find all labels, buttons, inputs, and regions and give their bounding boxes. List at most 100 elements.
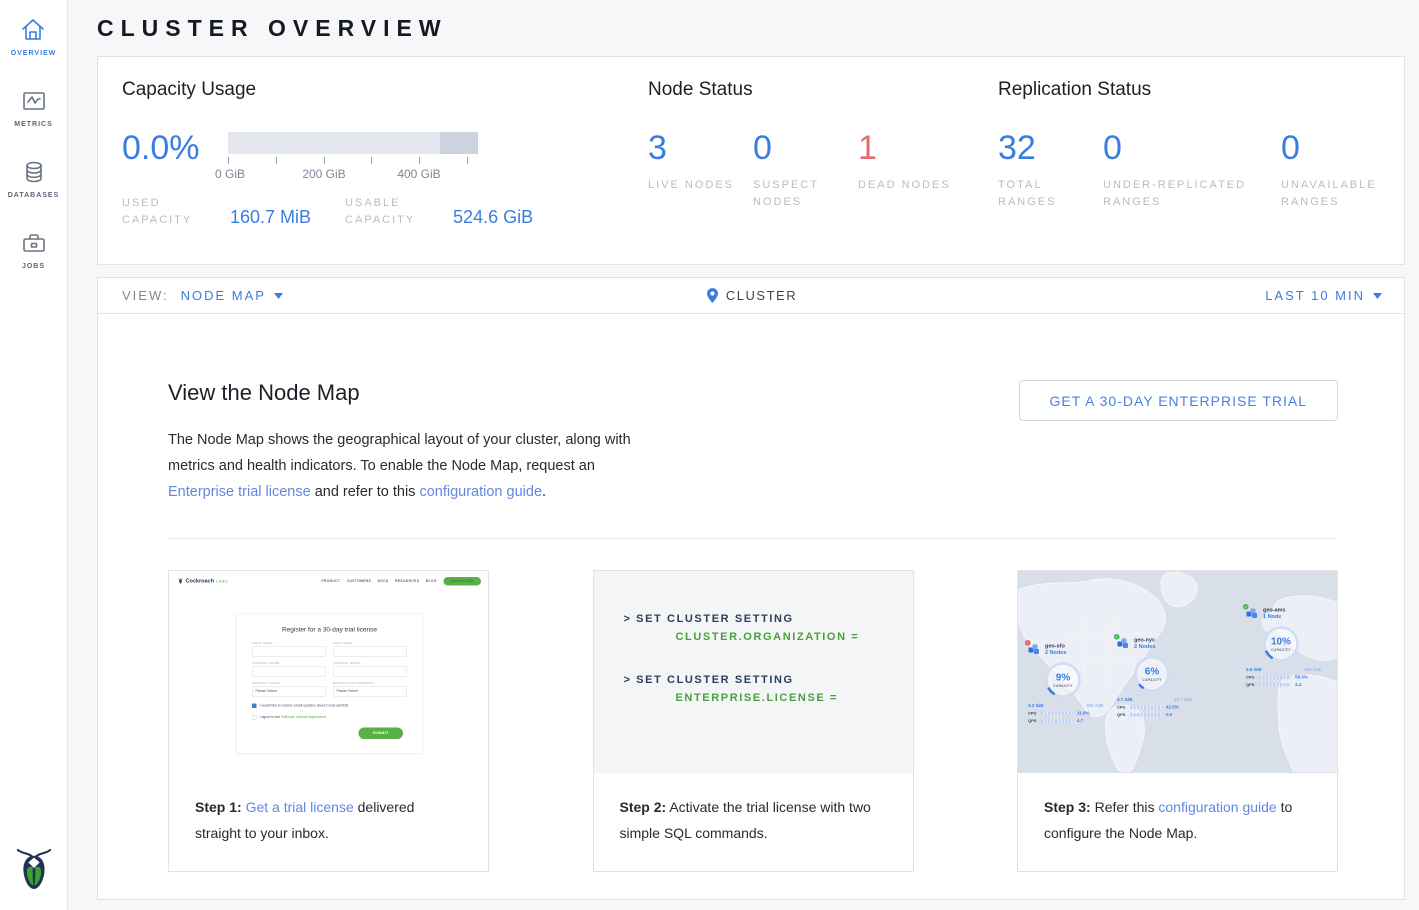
- app-window: OVERVIEW METRICS DATABASES JOBS: [0, 0, 1419, 910]
- locality-node-count: 2 Nodes: [1045, 650, 1066, 656]
- mini-submit-button: SUBMIT: [359, 728, 403, 740]
- capacity-percent: 6%: [1145, 666, 1159, 678]
- breadcrumb-cluster: CLUSTER: [726, 288, 797, 303]
- time-range-dropdown[interactable]: LAST 10 MIN: [1265, 288, 1382, 303]
- step1-caption: Step 1: Get a trial license delivered st…: [169, 773, 488, 871]
- description-text: The Node Map shows the geographical layo…: [168, 432, 631, 474]
- gauge-tick-label: 400 GiB: [397, 167, 440, 181]
- live-nodes-metric: 3 LIVE NODES: [648, 130, 753, 211]
- capacity-label: CAPACITY: [1271, 649, 1291, 653]
- chevron-down-icon: [274, 293, 283, 299]
- usable-capacity-label: USABLE CAPACITY: [345, 195, 441, 229]
- configuration-guide-link[interactable]: configuration guide: [419, 484, 542, 500]
- enterprise-trial-button[interactable]: GET A 30-DAY ENTERPRISE TRIAL: [1019, 380, 1339, 421]
- mini-field-project-phase: PROJECT PHASEPlease Select: [252, 682, 326, 697]
- view-bar: VIEW: NODE MAP CLUSTER LAST 10 MIN: [97, 277, 1405, 314]
- sidebar-item-label: JOBS: [22, 263, 45, 270]
- warning-badge-icon: !: [1025, 640, 1031, 646]
- step3-text: Refer this: [1095, 799, 1155, 815]
- used-capacity-value: 160.7 MiB: [230, 207, 311, 229]
- sql-prompt: > SET CLUSTER SETTING: [624, 674, 913, 686]
- under-replicated-metric: 0 UNDER-REPLICATED RANGES: [1103, 130, 1281, 211]
- suspect-nodes-metric: 0 SUSPECT NODES: [753, 130, 858, 211]
- briefcase-icon: [20, 229, 48, 257]
- used-capacity-label: USED CAPACITY: [122, 195, 218, 229]
- sidebar-item-overview[interactable]: OVERVIEW: [11, 16, 57, 57]
- node-map-placeholder-panel: View the Node Map The Node Map shows the…: [97, 314, 1405, 900]
- qps-value: 4.4: [1295, 682, 1301, 687]
- mini-nav-item: CUSTOMERS: [347, 579, 371, 583]
- checkbox-checked-icon: [252, 704, 257, 709]
- cpu-value: 42.5%: [1166, 705, 1179, 710]
- capacity-percent: 9%: [1056, 672, 1070, 684]
- under-replicated-value: 0: [1103, 130, 1281, 166]
- node-stack-icon: ✓: [1117, 637, 1131, 650]
- node-stack-icon: !: [1028, 643, 1042, 656]
- view-selector-dropdown[interactable]: NODE MAP: [181, 288, 283, 303]
- sidebar-item-metrics[interactable]: METRICS: [14, 87, 53, 128]
- step3-card: ! geo-sfo 2 Nodes: [1017, 570, 1338, 872]
- cluster-summary-panel: Capacity Usage 0.0% 0 GiB 200 GiB 400 Gi…: [97, 56, 1405, 265]
- healthy-badge-icon: ✓: [1243, 604, 1249, 610]
- sql-setting: CLUSTER.ORGANIZATION =: [676, 631, 913, 643]
- cpu-label: CPU: [1117, 705, 1130, 710]
- mini-nav: PRODUCT CUSTOMERS DOCS RESOURCES BLOG DO…: [315, 577, 481, 586]
- step2-caption: Step 2: Activate the trial license with …: [594, 773, 913, 871]
- suspect-nodes-label: SUSPECT NODES: [753, 177, 849, 211]
- sidebar-item-label: METRICS: [14, 121, 53, 128]
- description-text: and refer to this: [315, 484, 416, 500]
- capacity-usage-section: Capacity Usage 0.0% 0 GiB 200 GiB 400 Gi…: [122, 79, 576, 264]
- cpu-label: CPU: [1028, 711, 1041, 716]
- sidebar-item-label: OVERVIEW: [11, 50, 57, 57]
- node-status-section: Node Status 3 LIVE NODES 0 SUSPECT NODES…: [648, 79, 963, 264]
- step1-label: Step 1:: [195, 799, 242, 815]
- total-ranges-label: TOTAL RANGES: [998, 177, 1094, 211]
- dead-nodes-value: 1: [858, 130, 954, 166]
- used-capacity-metric: USED CAPACITY 160.7 MiB: [122, 195, 311, 229]
- qps-sparkbar: [1259, 683, 1291, 687]
- capacity-gauge-ticks: [228, 157, 478, 165]
- sidebar-item-jobs[interactable]: JOBS: [20, 229, 48, 270]
- sql-command: > SET CLUSTER SETTING CLUSTER.ORGANIZATI…: [624, 613, 913, 643]
- mini-form-title: Register for a 30-day trial license: [252, 626, 407, 634]
- mini-field-reason: REASON FOR INTERESTPlease Select: [333, 682, 407, 697]
- mini-checkbox-updates: I would like to receive email updates ab…: [252, 704, 407, 709]
- gauge-tick-label: 200 GiB: [302, 167, 345, 181]
- capacity-gauge-nonusable: [440, 132, 478, 154]
- mini-field-company-name: COMPANY NAME: [252, 662, 326, 677]
- enterprise-trial-license-link[interactable]: Enterprise trial license: [168, 484, 311, 500]
- mini-nav-item: BLOG: [426, 579, 437, 583]
- cpu-value: 58.3%: [1295, 675, 1308, 680]
- node-status-title: Node Status: [648, 79, 963, 101]
- dead-nodes-metric: 1 DEAD NODES: [858, 130, 954, 211]
- total-ranges-metric: 32 TOTAL RANGES: [998, 130, 1103, 211]
- mini-nav-item: PRODUCT: [321, 579, 340, 583]
- replication-status-section: Replication Status 32 TOTAL RANGES 0 UND…: [998, 79, 1404, 264]
- cpu-label: CPU: [1246, 675, 1259, 680]
- capacity-gauge: 0 GiB 200 GiB 400 GiB: [228, 132, 478, 182]
- capacity-usable: 364 GiB: [1304, 667, 1321, 672]
- breadcrumb: CLUSTER: [707, 288, 797, 303]
- configuration-guide-link[interactable]: configuration guide: [1158, 799, 1276, 815]
- mini-field-last-name: LAST NAME: [333, 642, 407, 657]
- mini-field-company-email: COMPANY EMAIL: [333, 662, 407, 677]
- mini-license-agreement-link: Software License Agreement.: [281, 716, 327, 720]
- get-trial-license-link[interactable]: Get a trial license: [246, 799, 354, 815]
- replication-status-title: Replication Status: [998, 79, 1404, 101]
- metrics-chart-icon: [20, 87, 48, 115]
- capacity-usable: 331 GiB: [1086, 703, 1103, 708]
- locality-node-count: 1 Node: [1263, 614, 1286, 620]
- section-divider: [168, 538, 1338, 539]
- usable-capacity-metric: USABLE CAPACITY 524.6 GiB: [345, 195, 533, 229]
- step2-card: > SET CLUSTER SETTING CLUSTER.ORGANIZATI…: [593, 570, 914, 872]
- mini-nav-item: RESOURCES: [395, 579, 419, 583]
- sidebar-item-databases[interactable]: DATABASES: [8, 158, 60, 199]
- mini-nav-item: DOCS: [378, 579, 389, 583]
- capacity-usable: 43.7 GiB: [1174, 697, 1192, 702]
- step1-registration-screenshot: Cockroach LABS PRODUCT CUSTOMERS DOCS RE…: [169, 571, 488, 773]
- capacity-ring-gauge: 9% CAPACITY: [1042, 659, 1084, 701]
- capacity-used-percent: 0.0%: [122, 130, 228, 182]
- step2-sql-snippet: > SET CLUSTER SETTING CLUSTER.ORGANIZATI…: [594, 571, 913, 773]
- live-nodes-value: 3: [648, 130, 753, 166]
- step3-label: Step 3:: [1044, 799, 1091, 815]
